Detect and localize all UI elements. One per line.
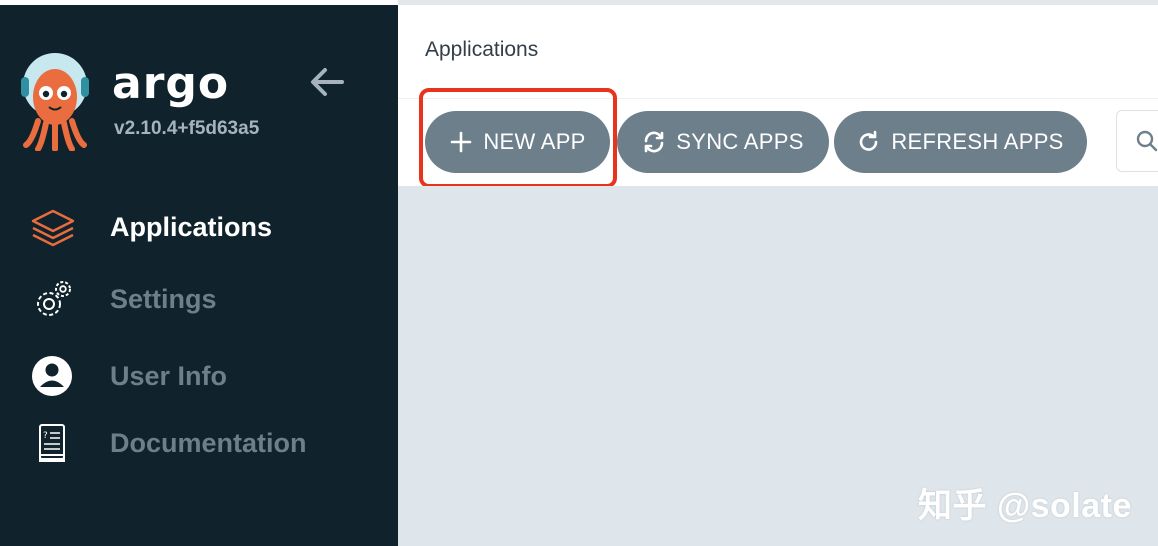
- top-border: [398, 0, 1158, 5]
- brand-name: argo: [112, 58, 230, 109]
- sidebar-item-settings[interactable]: Settings: [0, 269, 398, 325]
- gears-icon: [37, 281, 71, 316]
- sidebar-item-user-info[interactable]: User Info: [0, 346, 398, 402]
- sidebar: argo v2.10.4+f5d63a5 Applications Settin…: [0, 5, 398, 546]
- sidebar-item-label: User Info: [110, 361, 228, 391]
- sync-apps-button[interactable]: SYNC APPS: [617, 111, 829, 173]
- page-title: Applications: [425, 38, 539, 61]
- sync-icon: [642, 130, 666, 154]
- sync-apps-label: SYNC APPS: [676, 129, 804, 154]
- stack-layers-icon: [31, 209, 75, 247]
- version-label: v2.10.4+f5d63a5: [114, 118, 260, 139]
- refresh-icon: [857, 130, 881, 154]
- refresh-apps-button[interactable]: REFRESH APPS: [834, 111, 1087, 173]
- book-icon: ?: [39, 424, 65, 462]
- new-app-highlight-box: [419, 88, 617, 188]
- search-input[interactable]: [1116, 110, 1158, 172]
- svg-text:?: ?: [43, 431, 48, 441]
- argo-cd-page: argo v2.10.4+f5d63a5 Applications Settin…: [0, 0, 1158, 546]
- argo-logo-icon: [21, 53, 89, 151]
- sidebar-item-label: Applications: [110, 212, 273, 242]
- sidebar-item-documentation[interactable]: ? Documentation: [0, 413, 398, 469]
- collapse-arrow-icon[interactable]: [308, 63, 346, 101]
- sidebar-item-applications[interactable]: Applications: [0, 197, 398, 253]
- sidebar-item-label: Settings: [110, 284, 217, 314]
- sidebar-item-label: Documentation: [110, 428, 307, 458]
- watermark-text: 知乎 @solate: [918, 487, 1132, 525]
- user-circle-icon: [32, 356, 72, 396]
- refresh-apps-label: REFRESH APPS: [891, 129, 1064, 154]
- search-icon: [1136, 130, 1158, 152]
